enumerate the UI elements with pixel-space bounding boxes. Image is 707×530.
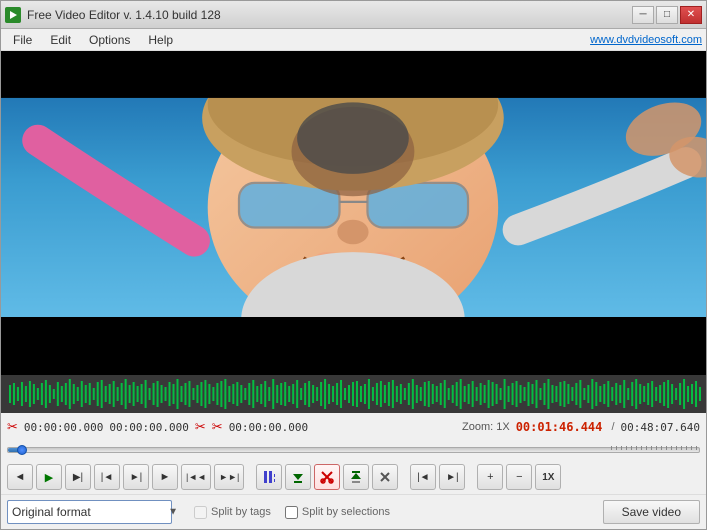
menu-bar: File Edit Options Help www.dvdvideosoft.… — [1, 29, 706, 51]
progress-track[interactable] — [7, 447, 700, 453]
format-select[interactable]: Original format MP4 AVI MKV — [7, 500, 172, 524]
skip-fwd-button[interactable]: ►►| — [214, 464, 244, 490]
export-fragment-button[interactable] — [343, 464, 369, 490]
volume-up-button[interactable]: + — [477, 464, 503, 490]
save-frame-button[interactable] — [285, 464, 311, 490]
close-button[interactable]: ✕ — [680, 6, 702, 24]
window-title: Free Video Editor v. 1.4.10 build 128 — [27, 8, 221, 22]
cut-end2-timecode: 00:00:00.000 — [229, 421, 308, 434]
total-timecode: 00:48:07.640 — [621, 421, 700, 434]
progress-thumb[interactable] — [17, 445, 27, 455]
waveform-area — [1, 375, 706, 413]
save-video-button[interactable]: Save video — [603, 500, 700, 524]
app-icon — [5, 7, 21, 23]
bottom-bar: Original format MP4 AVI MKV ▼ Split by t… — [1, 494, 706, 529]
timecode-row: ✂ 00:00:00.000 00:00:00.000 ✂ ✂ 00:00:00… — [7, 417, 700, 437]
video-area — [1, 51, 706, 375]
split-by-selections-label[interactable]: Split by selections — [285, 506, 390, 519]
menu-items: File Edit Options Help — [5, 31, 181, 49]
volume-down-button[interactable]: − — [506, 464, 532, 490]
next-mark-button[interactable]: ►| — [439, 464, 465, 490]
step-back-button[interactable]: ◄ — [7, 464, 33, 490]
split-by-selections-checkbox[interactable] — [285, 506, 298, 519]
cut-start-timecode: 00:00:00.000 — [24, 421, 103, 434]
window-controls: ─ □ ✕ — [632, 6, 702, 24]
split-by-tags-label[interactable]: Split by tags — [194, 506, 271, 519]
checkbox-group: Split by tags Split by selections — [194, 506, 591, 519]
waveform-svg — [1, 375, 706, 413]
video-preview — [1, 51, 706, 375]
play-to-end-button[interactable]: ▶| — [65, 464, 91, 490]
maximize-button[interactable]: □ — [656, 6, 678, 24]
progress-row — [7, 441, 700, 459]
format-select-wrapper: Original format MP4 AVI MKV ▼ — [7, 500, 182, 524]
slash-separator: / — [608, 421, 614, 433]
prev-mark-button[interactable]: |◄ — [410, 464, 436, 490]
timeline-ticks — [611, 446, 699, 450]
title-bar-left: Free Video Editor v. 1.4.10 build 128 — [5, 7, 221, 23]
minimize-button[interactable]: ─ — [632, 6, 654, 24]
cut-icon-2: ✂ — [212, 419, 223, 435]
website-link[interactable]: www.dvdvideosoft.com — [590, 34, 702, 46]
menu-file[interactable]: File — [5, 31, 40, 49]
cut-start-icon: ✂ — [7, 419, 18, 435]
split-by-tags-checkbox[interactable] — [194, 506, 207, 519]
step-fwd-button[interactable]: ► — [152, 464, 178, 490]
main-window: Free Video Editor v. 1.4.10 build 128 ─ … — [0, 0, 707, 530]
menu-edit[interactable]: Edit — [42, 31, 79, 49]
current-timecode: 00:01:46.444 — [516, 420, 603, 434]
skydive-scene — [1, 51, 706, 375]
remove-button[interactable] — [372, 464, 398, 490]
next-frame-button[interactable]: ►| — [123, 464, 149, 490]
cut-end-timecode: 00:00:00.000 — [109, 421, 188, 434]
letterbox-bottom — [1, 317, 706, 375]
play-button[interactable]: ▶ — [36, 464, 62, 490]
cut-icon-mid: ✂ — [195, 419, 206, 435]
transport-row: ◄ ▶ ▶| |◄ ►| ► |◄◄ ►►| — [7, 464, 700, 490]
speed-button[interactable]: 1X — [535, 464, 561, 490]
menu-options[interactable]: Options — [81, 31, 138, 49]
cut-button[interactable] — [314, 464, 340, 490]
prev-frame-button[interactable]: |◄ — [94, 464, 120, 490]
zoom-label: Zoom: 1X — [462, 421, 510, 433]
pause-button[interactable] — [256, 464, 282, 490]
skip-back-button[interactable]: |◄◄ — [181, 464, 211, 490]
controls-section: ✂ 00:00:00.000 00:00:00.000 ✂ ✂ 00:00:00… — [1, 413, 706, 494]
title-bar: Free Video Editor v. 1.4.10 build 128 ─ … — [1, 1, 706, 29]
menu-help[interactable]: Help — [140, 31, 181, 49]
